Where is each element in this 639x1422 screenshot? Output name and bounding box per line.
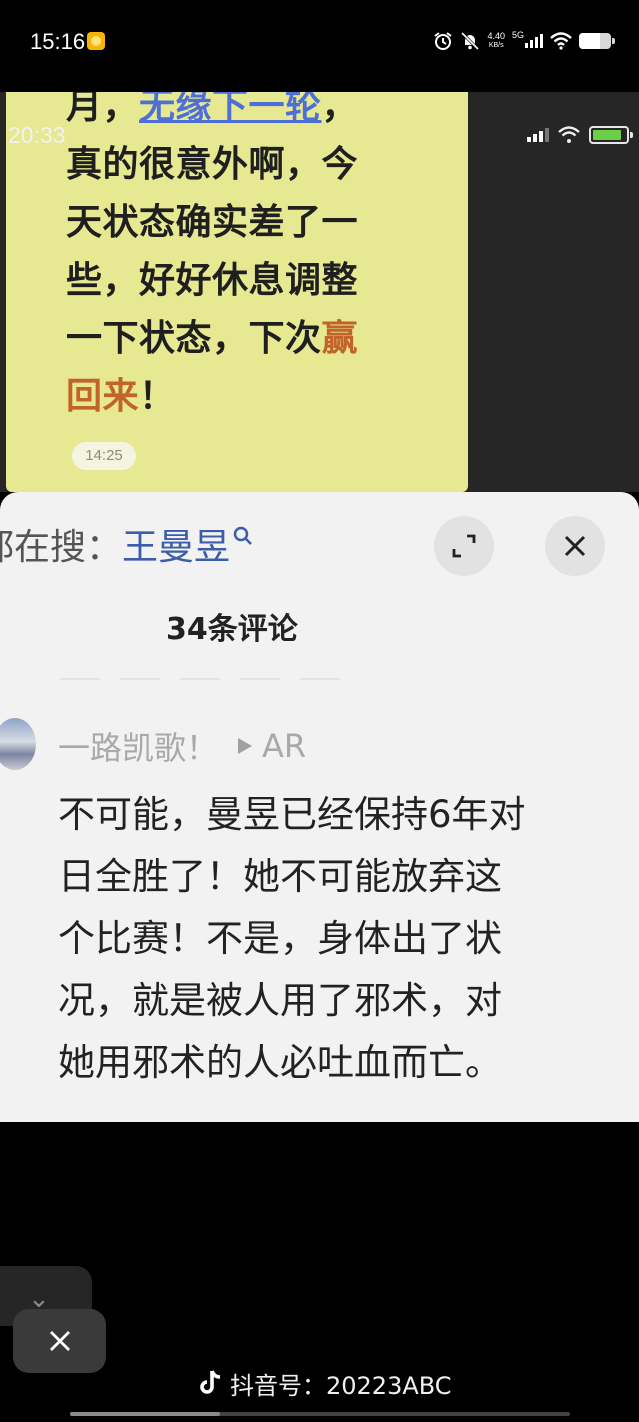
message-segment: 月， (66, 92, 140, 127)
comment-author[interactable]: 一路凯歌！ (58, 723, 218, 769)
message-text: 月，无缘下一轮， 真的很意外啊，今 天状态确实差了一 些，好好休息调整 一下状态… (66, 92, 461, 426)
play-icon (238, 738, 253, 754)
message-timestamp: 14:25 (72, 442, 136, 470)
battery-icon (589, 126, 633, 144)
wifi-icon (550, 32, 572, 50)
message-line: 回来！ (66, 368, 461, 426)
expand-icon (452, 534, 476, 558)
trending-search[interactable]: 都在搜： 王曼昱 (0, 522, 254, 568)
inner-status-icons (527, 126, 633, 144)
battery-icon (579, 33, 615, 49)
message-segment: 些，好好休息调整 (66, 260, 359, 301)
chat-area: 月，无缘下一轮， 真的很意外啊，今 天状态确实差了一 些，好好休息调整 一下状态… (0, 92, 639, 492)
signal-icon (525, 34, 543, 48)
message-segment: 真的很意外啊，今 (66, 144, 359, 185)
net-speed-unit: KB/s (488, 42, 504, 49)
comment-author-row: 一路凯歌！ AR (58, 724, 306, 768)
comments-panel: 都在搜： 王曼昱 34条评论 一路凯歌！ AR 不可能 (0, 492, 639, 1122)
message-line: 一下状态，下次赢 (66, 310, 461, 368)
signal-icon (527, 128, 549, 142)
message-highlight: 无缘下一轮 (139, 92, 322, 127)
status-icons: 4.40 KB/s 5G (433, 28, 615, 54)
comment-line: 她用邪术的人必吐血而亡。 (58, 1041, 502, 1084)
shared-screenshot: 月，无缘下一轮， 真的很意外啊，今 天状态确实差了一 些，好好休息调整 一下状态… (0, 92, 639, 1122)
comment-line: 不可能，曼昱已经保持6年对 (58, 793, 526, 836)
message-line: 天状态确实差了一 (66, 194, 461, 252)
app-notification-icon (87, 32, 105, 50)
chat-bubble: 月，无缘下一轮， 真的很意外啊，今 天状态确实差了一 些，好好休息调整 一下状态… (6, 92, 468, 492)
inner-status-time: 20:33 (8, 122, 66, 148)
net-speed: 4.40 KB/s (487, 31, 505, 51)
avatar[interactable] (0, 718, 36, 770)
tiktok-icon (200, 1370, 221, 1394)
divider (60, 678, 360, 680)
status-bar: 15:16 4.40 KB/s 5G (0, 0, 639, 84)
comment-author-tag: AR (262, 727, 307, 765)
message-line: 些，好好休息调整 (66, 252, 461, 310)
message-segment: 一下状态，下次 (66, 318, 322, 359)
wifi-icon (558, 126, 580, 143)
close-icon (564, 535, 586, 557)
video-progress-fill (70, 1412, 220, 1416)
comment-line: 个比赛！不是，身体出了状 (58, 917, 502, 960)
alarm-icon (434, 32, 453, 50)
mute-bell-icon (461, 31, 480, 51)
close-icon (49, 1331, 70, 1351)
douyin-id: 抖音号：20223ABC (230, 1371, 452, 1400)
expand-button[interactable] (434, 516, 494, 576)
trending-search-label: 都在搜： (0, 527, 123, 568)
comment-count: 34条评论 (166, 612, 298, 647)
network-type: 5G (511, 30, 524, 40)
video-progress-bar[interactable] (70, 1412, 570, 1416)
status-time: 15:16 (30, 29, 86, 54)
message-highlight: 回来 (66, 376, 140, 417)
comment-text: 不可能，曼昱已经保持6年对 日全胜了！她不可能放弃这 个比赛！不是，身体出了状 … (58, 784, 618, 1094)
message-line: 月，无缘下一轮， (66, 92, 461, 136)
message-line: 真的很意外啊，今 (66, 136, 461, 194)
message-highlight: 赢 (321, 318, 359, 359)
douyin-watermark: 抖音号：20223ABC (198, 1366, 452, 1400)
search-icon (233, 526, 252, 545)
comment-line: 况，就是被人用了邪术，对 (58, 979, 502, 1022)
close-button[interactable] (13, 1309, 106, 1373)
trending-search-term[interactable]: 王曼昱 (122, 518, 230, 570)
message-segment: ！ (139, 376, 176, 417)
close-comments-button[interactable] (545, 516, 605, 576)
message-segment: 天状态确实差了一 (66, 202, 359, 243)
message-segment: ， (321, 92, 359, 127)
comment-line: 日全胜了！她不可能放弃这 (58, 855, 502, 898)
net-speed-value: 4.40 (487, 31, 505, 41)
